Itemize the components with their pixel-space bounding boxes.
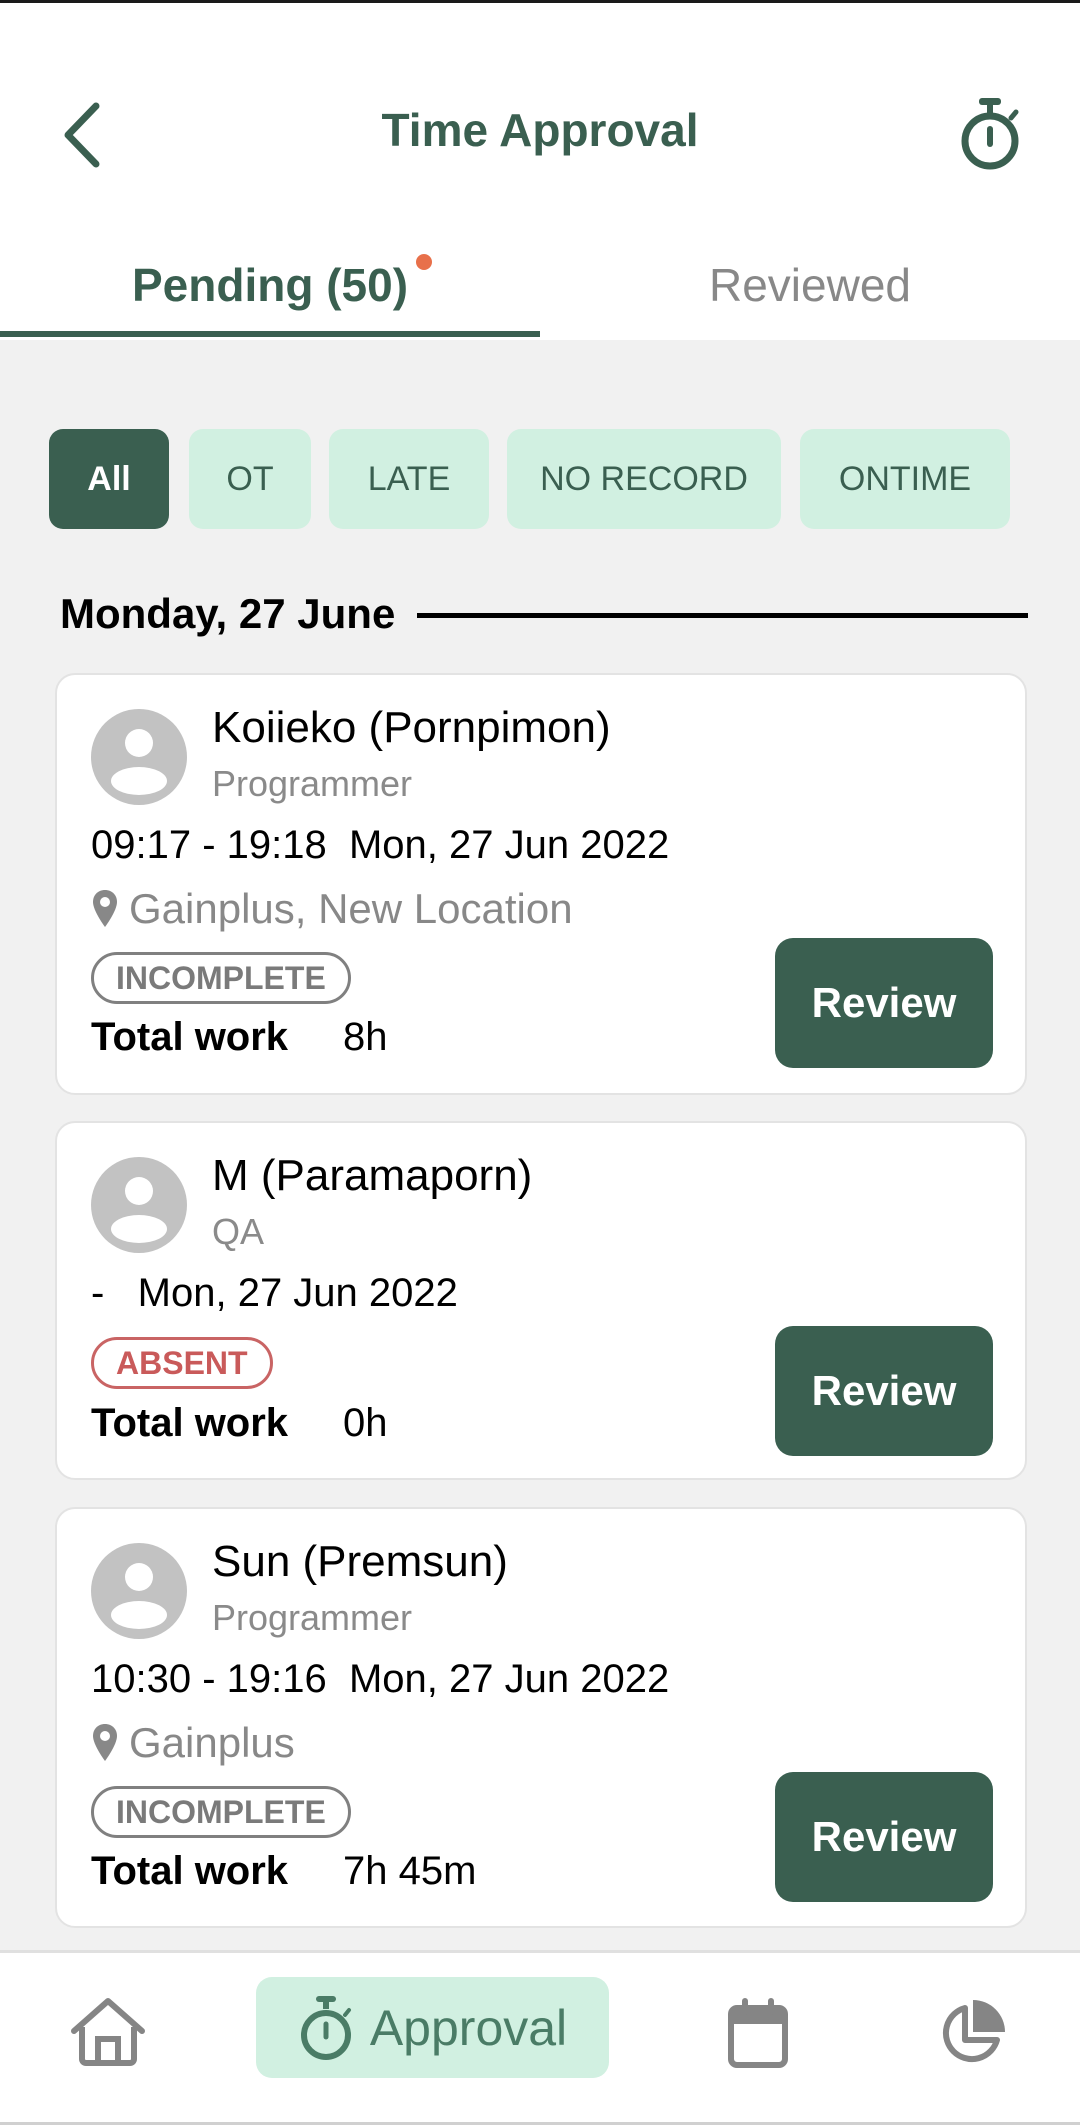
nav-statistics[interactable] bbox=[934, 1983, 1010, 2083]
employee-name: M (Paramaporn) bbox=[212, 1151, 533, 1200]
pie-chart-icon bbox=[942, 2000, 1005, 2063]
app-header: Time Approval Pending (50) Reviewed bbox=[0, 3, 1080, 340]
filter-no-record[interactable]: NO RECORD bbox=[507, 429, 781, 529]
tab-pending-label: Pending (50) bbox=[131, 259, 409, 311]
total-work-label: Total work bbox=[91, 1015, 289, 1059]
calendar-icon bbox=[728, 1998, 788, 2068]
filter-ot[interactable]: OT bbox=[189, 429, 311, 529]
review-button[interactable]: Review bbox=[775, 1326, 993, 1456]
record-card: Sun (Premsun) Programmer 10:30 - 19:16 M… bbox=[55, 1507, 1027, 1928]
date-group-header: Monday, 27 June bbox=[60, 590, 396, 637]
home-icon bbox=[71, 1998, 145, 2066]
filter-ontime[interactable]: ONTIME bbox=[800, 429, 1010, 529]
status-badge: INCOMPLETE bbox=[91, 952, 351, 1004]
tab-bar: Pending (50) Reviewed bbox=[0, 230, 1080, 340]
nav-home[interactable] bbox=[66, 1983, 150, 2083]
location-text: Gainplus bbox=[129, 1719, 295, 1766]
total-work-value: 7h 45m bbox=[343, 1849, 477, 1893]
total-work-label: Total work bbox=[91, 1401, 289, 1445]
active-tab-indicator bbox=[0, 331, 540, 337]
employee-role: Programmer bbox=[212, 763, 413, 804]
stopwatch-icon bbox=[300, 1995, 351, 2060]
time-range: 10:30 - 19:16 Mon, 27 Jun 2022 bbox=[91, 1657, 670, 1701]
filter-all[interactable]: All bbox=[49, 429, 169, 529]
avatar-icon bbox=[91, 1157, 187, 1253]
employee-name: Sun (Premsun) bbox=[212, 1537, 508, 1586]
notification-dot bbox=[416, 254, 432, 270]
filter-chips: All OT LATE NO RECORD ONTIME bbox=[0, 429, 1080, 529]
filter-late[interactable]: LATE bbox=[329, 429, 489, 529]
date-divider bbox=[417, 613, 1028, 618]
tab-reviewed[interactable]: Reviewed bbox=[540, 230, 1080, 340]
total-work-label: Total work bbox=[91, 1849, 289, 1893]
status-badge: ABSENT bbox=[91, 1337, 273, 1389]
location-pin-icon bbox=[93, 1724, 117, 1761]
time-range: 09:17 - 19:18 Mon, 27 Jun 2022 bbox=[91, 823, 670, 867]
bottom-navigation: Approval bbox=[0, 1950, 1080, 2125]
page-title: Time Approval bbox=[381, 104, 699, 156]
review-button[interactable]: Review bbox=[775, 938, 993, 1068]
nav-approval-label: Approval bbox=[369, 1999, 568, 2056]
record-card: M (Paramaporn) QA - Mon, 27 Jun 2022 ABS… bbox=[55, 1121, 1027, 1480]
tab-pending[interactable]: Pending (50) bbox=[0, 230, 540, 340]
nav-calendar[interactable] bbox=[720, 1983, 796, 2083]
stopwatch-button[interactable] bbox=[952, 91, 1028, 177]
location-pin-icon bbox=[93, 890, 117, 927]
location-text: Gainplus, New Location bbox=[129, 885, 573, 932]
employee-name: Koiieko (Pornpimon) bbox=[212, 703, 611, 752]
total-work-value: 0h bbox=[343, 1401, 388, 1445]
review-button[interactable]: Review bbox=[775, 1772, 993, 1902]
employee-role: Programmer bbox=[212, 1597, 413, 1638]
avatar-icon bbox=[91, 709, 187, 805]
employee-role: QA bbox=[212, 1211, 265, 1252]
stopwatch-icon bbox=[961, 98, 1019, 170]
record-card: Koiieko (Pornpimon) Programmer 09:17 - 1… bbox=[55, 673, 1027, 1095]
location: Gainplus bbox=[91, 1719, 295, 1767]
tab-reviewed-label: Reviewed bbox=[709, 259, 911, 311]
avatar-icon bbox=[91, 1543, 187, 1639]
total-work-value: 8h bbox=[343, 1015, 388, 1059]
nav-approval[interactable]: Approval bbox=[256, 1977, 609, 2078]
status-badge: INCOMPLETE bbox=[91, 1786, 351, 1838]
time-range: - Mon, 27 Jun 2022 bbox=[91, 1271, 458, 1315]
location: Gainplus, New Location bbox=[91, 885, 573, 933]
